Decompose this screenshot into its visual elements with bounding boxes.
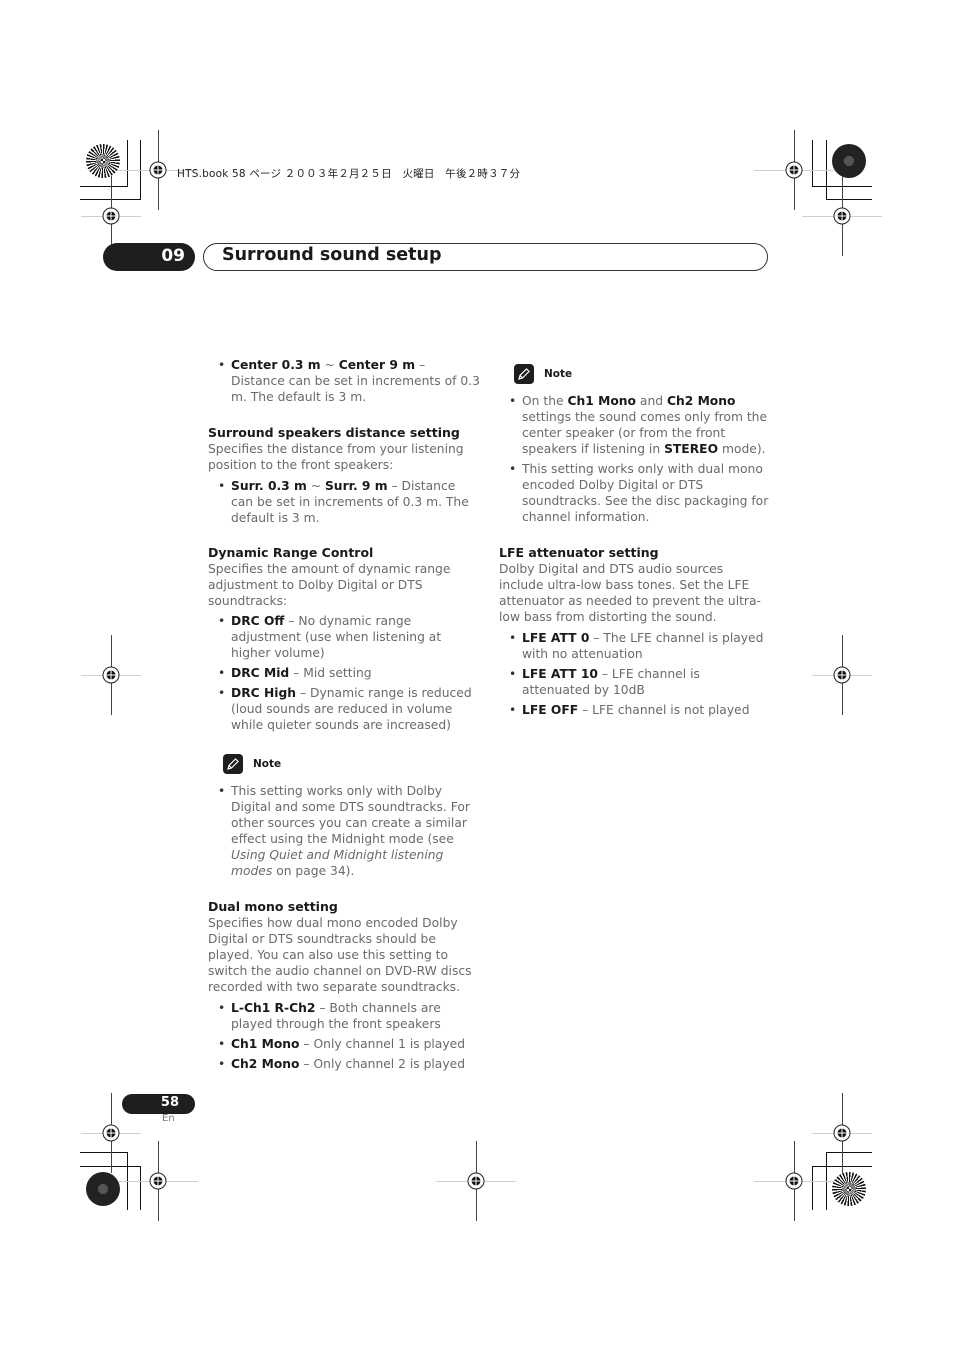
left-column: Center 0.3 m ~ Center 9 m – Distance can… xyxy=(208,357,480,1072)
note-header: Note xyxy=(514,363,771,385)
note-text: On the xyxy=(522,394,568,408)
description: – Only channel 1 is played xyxy=(299,1037,465,1051)
registration-target-icon xyxy=(149,161,167,179)
note-label: Note xyxy=(544,368,573,380)
term: STEREO xyxy=(664,442,719,456)
crop-mark xyxy=(812,1166,813,1210)
registration-target-icon xyxy=(833,666,851,684)
term: Surr. 0.3 m xyxy=(231,479,307,493)
section-heading: LFE attenuator setting xyxy=(499,545,659,560)
section-heading: Dual mono setting xyxy=(208,899,338,914)
term: LFE ATT 0 xyxy=(522,631,590,645)
list-item: LFE ATT 10 – LFE channel is attenuated b… xyxy=(499,666,771,698)
term: Center 0.3 m xyxy=(231,358,321,372)
section-heading: Dynamic Range Control xyxy=(208,545,374,560)
term: L-Ch1 R-Ch2 xyxy=(231,1001,316,1015)
term: Ch1 Mono xyxy=(567,394,636,408)
term: Ch2 Mono xyxy=(231,1057,300,1071)
chapter-number: 09 xyxy=(161,246,185,266)
crop-mark xyxy=(826,199,872,200)
section-intro: Specifies the distance from your listeni… xyxy=(208,442,464,472)
separator: ~ xyxy=(306,479,325,493)
section-heading: Surround speakers distance setting xyxy=(208,425,460,440)
registration-burst-icon xyxy=(832,144,866,178)
registration-target-icon xyxy=(149,1172,167,1190)
list-item: Surr. 0.3 m ~ Surr. 9 m – Distance can b… xyxy=(208,478,480,526)
list-item: Ch1 Mono – Only channel 1 is played xyxy=(208,1036,480,1052)
registration-burst-icon xyxy=(86,1172,120,1206)
chapter-number-badge: 09 xyxy=(103,243,195,271)
description: – Mid setting xyxy=(289,666,372,680)
term: Ch1 Mono xyxy=(231,1037,300,1051)
term: DRC High xyxy=(231,686,297,700)
list-item: DRC Off – No dynamic range adjustment (u… xyxy=(208,613,480,661)
page-number-badge: 58 xyxy=(122,1094,195,1114)
crop-mark xyxy=(80,1152,128,1153)
section-intro: Dolby Digital and DTS audio sources incl… xyxy=(499,562,761,624)
crop-mark xyxy=(127,140,128,187)
registration-target-icon xyxy=(785,1172,803,1190)
list-item: Ch2 Mono – Only channel 2 is played xyxy=(208,1056,480,1072)
section-intro: Specifies how dual mono encoded Dolby Di… xyxy=(208,916,472,994)
list-item: DRC High – Dynamic range is reduced (lou… xyxy=(208,685,480,733)
registration-target-icon xyxy=(102,666,120,684)
list-item: LFE ATT 0 – The LFE channel is played wi… xyxy=(499,630,771,662)
section-intro: Specifies the amount of dynamic range ad… xyxy=(208,562,451,608)
list-item: DRC Mid – Mid setting xyxy=(208,665,480,681)
note-text: This setting works only with dual mono e… xyxy=(522,462,769,524)
registration-target-icon xyxy=(833,207,851,225)
term: Ch2 Mono xyxy=(666,394,736,408)
note-label: Note xyxy=(253,758,282,770)
note-item: On the Ch1 Mono and Ch2 Mono settings th… xyxy=(499,393,771,457)
crop-mark xyxy=(140,1166,141,1210)
note-text: mode). xyxy=(718,442,766,456)
term: DRC Mid xyxy=(231,666,290,680)
page-language: En xyxy=(162,1113,175,1124)
description: – LFE channel is not played xyxy=(578,703,750,717)
term: LFE OFF xyxy=(522,703,579,717)
term: Surr. 9 m xyxy=(324,479,388,493)
registration-burst-icon xyxy=(86,144,120,178)
list-item: Center 0.3 m ~ Center 9 m – Distance can… xyxy=(208,357,480,405)
registration-burst-icon xyxy=(832,1172,866,1206)
note-text: This setting works only with Dolby Digit… xyxy=(231,784,470,846)
registration-target-icon xyxy=(102,207,120,225)
registration-target-icon xyxy=(467,1172,485,1190)
pencil-note-icon xyxy=(514,364,534,384)
note-text: on page 34). xyxy=(272,864,355,878)
page-number: 58 xyxy=(160,1095,179,1110)
right-column: Note On the Ch1 Mono and Ch2 Mono settin… xyxy=(499,363,771,718)
crop-mark xyxy=(80,186,128,187)
chapter-title-box: Surround sound setup xyxy=(203,243,768,271)
description: – Only channel 2 is played xyxy=(299,1057,465,1071)
term: LFE ATT 10 xyxy=(522,667,598,681)
crop-mark xyxy=(812,140,813,187)
chapter-title: Surround sound setup xyxy=(222,245,442,265)
term: Center 9 m xyxy=(338,358,416,372)
list-item: L-Ch1 R-Ch2 – Both channels are played t… xyxy=(208,1000,480,1032)
registration-target-icon xyxy=(833,1124,851,1142)
registration-target-icon xyxy=(785,161,803,179)
pencil-note-icon xyxy=(223,754,243,774)
note-item: This setting works only with dual mono e… xyxy=(499,461,771,525)
note-item: This setting works only with Dolby Digit… xyxy=(208,783,480,879)
list-item: LFE OFF – LFE channel is not played xyxy=(499,702,771,718)
registration-target-icon xyxy=(102,1124,120,1142)
print-header: HTS.book 58 ページ ２００３年２月２５日 火曜日 午後２時３７分 xyxy=(177,168,521,180)
separator: ~ xyxy=(320,358,339,372)
note-header: Note xyxy=(223,753,480,775)
term: DRC Off xyxy=(231,614,285,628)
crop-mark xyxy=(826,1152,872,1153)
note-text: and xyxy=(636,394,667,408)
